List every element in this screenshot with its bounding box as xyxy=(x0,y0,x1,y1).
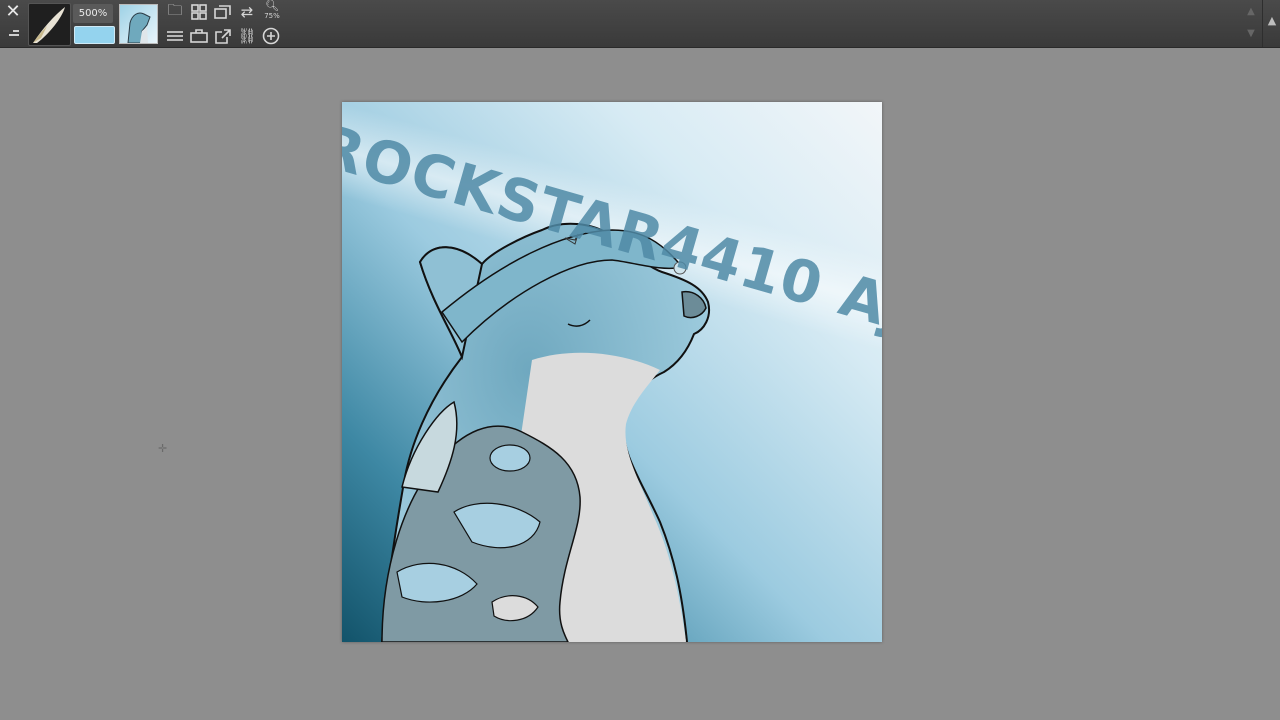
grid-icon[interactable] xyxy=(189,3,209,21)
top-toolbar: ✕ 500% 🗀 ⇄ 🔍︎ 75% ⛓ ▲ ▼ ▲ xyxy=(0,0,1280,48)
artwork: ROCKSTAR4410 AJ xyxy=(342,102,882,642)
undo-redo-icon[interactable]: ⇄ xyxy=(237,3,257,21)
zoom-button[interactable]: 🔍︎ 75% xyxy=(262,0,282,24)
link-icon[interactable]: ⛓ xyxy=(237,27,257,45)
add-icon[interactable] xyxy=(261,27,281,45)
layer-preview-icon xyxy=(127,12,151,43)
adjust-icon[interactable] xyxy=(165,27,185,45)
color-swatch[interactable] xyxy=(74,26,115,44)
crosshair-cursor-icon: ✛ xyxy=(158,442,168,455)
brush-tool-button[interactable] xyxy=(28,3,71,46)
export-icon[interactable] xyxy=(213,27,233,45)
layer-thumbnail[interactable] xyxy=(119,4,158,44)
scroll-up-icon[interactable]: ▲ xyxy=(1243,4,1259,20)
brush-icon xyxy=(33,7,65,43)
scroll-down-icon[interactable]: ▼ xyxy=(1243,26,1259,42)
zoom-level: 75% xyxy=(264,12,280,20)
file-icon[interactable]: 🗀 xyxy=(165,1,185,21)
menu-icon[interactable] xyxy=(5,30,19,40)
close-icon[interactable]: ✕ xyxy=(4,2,22,22)
drawing-canvas[interactable]: ROCKSTAR4410 AJ xyxy=(342,102,882,642)
separator xyxy=(1262,0,1263,47)
toolbox-icon[interactable] xyxy=(189,27,209,45)
zoom-icon: 🔍︎ xyxy=(265,0,279,12)
transform-icon[interactable] xyxy=(213,3,233,21)
brush-size-button[interactable]: 500% xyxy=(73,4,113,23)
collapse-panel-icon[interactable]: ▲ xyxy=(1266,14,1278,28)
